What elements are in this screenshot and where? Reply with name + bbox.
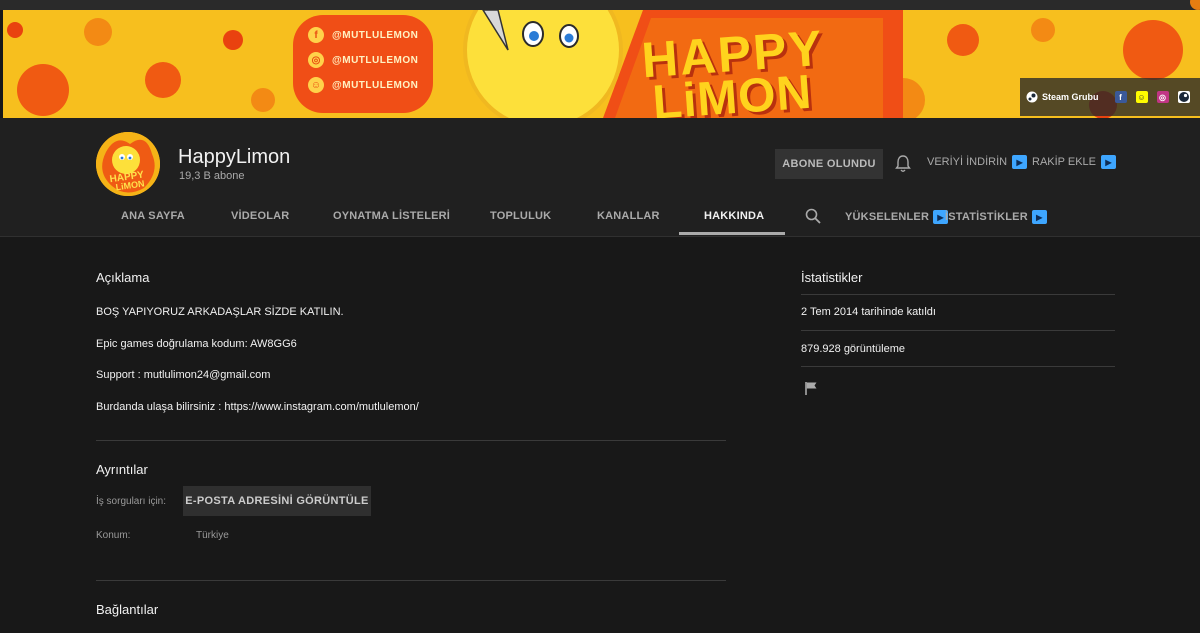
joined-date: 2 Tem 2014 tarihinde katıldı <box>801 306 936 318</box>
flag-icon[interactable] <box>804 381 818 395</box>
tab-trending-label: YÜKSELENLER <box>845 211 930 223</box>
facebook-icon: f <box>308 27 324 43</box>
instagram-icon: ◎ <box>308 52 324 68</box>
tab-channels[interactable]: KANALLAR <box>597 210 660 222</box>
profile-avatar-edge[interactable] <box>1190 0 1200 10</box>
stats-heading: İstatistikler <box>801 270 863 285</box>
social-snapchat: ☺ @MUTLULEMON <box>308 77 418 93</box>
extension-arrow-icon: ▶ <box>1031 210 1047 224</box>
channel-avatar[interactable]: HAPPY LiMON <box>96 132 160 196</box>
channel-name: HappyLimon <box>178 146 291 168</box>
search-icon[interactable] <box>805 208 821 224</box>
social-handle-text: @MUTLULEMON <box>332 29 419 41</box>
tab-home[interactable]: ANA SAYFA <box>121 210 185 222</box>
tab-videos[interactable]: VİDEOLAR <box>231 210 289 222</box>
tab-about[interactable]: HAKKINDA <box>704 210 764 222</box>
description-heading: Açıklama <box>96 270 150 285</box>
stats-divider <box>801 330 1115 331</box>
add-competitor-label: RAKİP EKLE <box>1032 156 1096 168</box>
download-data-button[interactable]: VERİYİ İNDİRİN ▶ <box>927 155 1028 169</box>
channel-banner: f @MUTLULEMON ◎ @MUTLULEMON ☺ @MUTLULEMO… <box>3 10 1200 118</box>
description-line: Burdanda ulaşa bilirsiniz : https://www.… <box>96 401 419 413</box>
location-value: Türkiye <box>196 530 229 541</box>
brand-line-2: LiMON <box>650 65 814 118</box>
snapchat-icon: ☺ <box>308 77 324 93</box>
business-inquiries-label: İş sorguları için: <box>96 496 167 507</box>
facebook-icon[interactable]: f <box>1114 91 1127 103</box>
tab-community[interactable]: TOPLULUK <box>490 210 551 222</box>
extension-arrow-icon: ▶ <box>1012 155 1028 169</box>
tab-statistics-label: İSTATİSTİKLER <box>945 211 1028 223</box>
social-facebook: f @MUTLULEMON <box>308 27 418 43</box>
social-instagram: ◎ @MUTLULEMON <box>308 52 418 68</box>
bell-icon[interactable] <box>895 155 911 173</box>
stats-divider <box>801 366 1115 367</box>
banner-brand-logo: HAPPY LiMON <box>640 20 886 118</box>
links-heading: Bağlantılar <box>96 602 159 617</box>
channel-avatar-image: HAPPY LiMON <box>96 132 160 196</box>
description-line: BOŞ YAPIYORUZ ARKADAŞLAR SİZDE KATILIN. <box>96 306 344 318</box>
location-label: Konum: <box>96 530 131 541</box>
steam-icon[interactable] <box>1177 91 1190 103</box>
browser-top-strip <box>0 0 1200 10</box>
extension-arrow-icon: ▶ <box>1101 155 1116 169</box>
download-data-label: VERİYİ İNDİRİN <box>927 156 1008 168</box>
view-email-button[interactable]: E-POSTA ADRESİNİ GÖRÜNTÜLE <box>183 486 371 516</box>
steam-group-label: Steam Grubu <box>1042 92 1099 102</box>
subscribed-button[interactable]: ABONE OLUNDU <box>775 149 883 179</box>
subscriber-count: 19,3 B abone <box>179 170 245 182</box>
tab-playlists[interactable]: OYNATMA LİSTELERİ <box>333 210 450 222</box>
view-count: 879.928 görüntüleme <box>801 343 905 355</box>
tab-statistics[interactable]: İSTATİSTİKLER ▶ <box>945 210 1047 224</box>
social-handle-text: @MUTLULEMON <box>332 54 419 66</box>
snapchat-icon[interactable]: ☺ <box>1135 91 1148 103</box>
steam-icon <box>1026 91 1038 103</box>
instagram-icon[interactable]: ◎ <box>1156 91 1169 103</box>
add-competitor-button[interactable]: RAKİP EKLE ▶ <box>1032 155 1116 169</box>
steam-group-link[interactable]: Steam Grubu <box>1026 91 1099 103</box>
social-handle-text: @MUTLULEMON <box>332 79 419 91</box>
section-divider <box>96 580 726 581</box>
section-divider <box>96 440 726 441</box>
details-heading: Ayrıntılar <box>96 462 148 477</box>
description-line: Epic games doğrulama kodum: AW8GG6 <box>96 338 297 350</box>
channel-header: HAPPY LiMON HappyLimon 19,3 B abone ABON… <box>0 118 1200 237</box>
description-line: Support : mutlulimon24@gmail.com <box>96 369 271 381</box>
tab-trending[interactable]: YÜKSELENLER ▶ <box>845 210 949 224</box>
banner-links-bar: Steam Grubu f ☺ ◎ <box>1020 78 1200 116</box>
stats-divider <box>801 294 1115 295</box>
active-tab-indicator <box>679 232 785 235</box>
